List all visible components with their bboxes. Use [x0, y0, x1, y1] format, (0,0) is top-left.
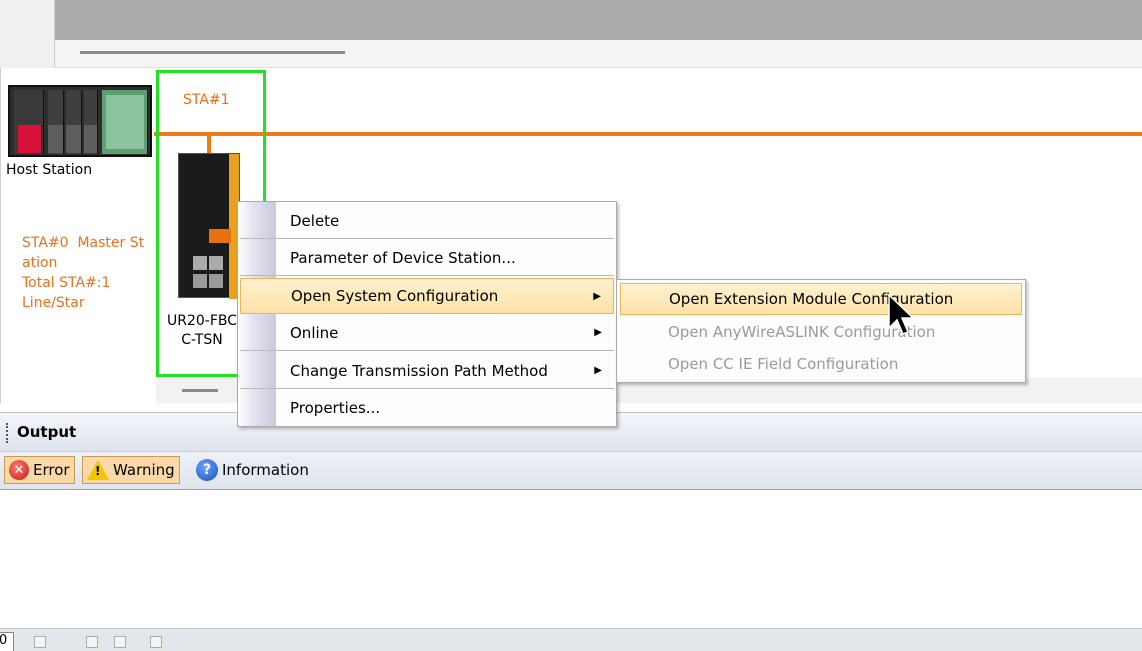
information-filter-button[interactable]: ? Information	[192, 456, 313, 484]
master-info-line: ation	[22, 255, 58, 271]
menu-item-label: Open System Configuration	[291, 287, 499, 305]
menu-item-label: Online	[290, 323, 339, 342]
information-icon: ?	[196, 459, 218, 481]
submenu-item-cc-ie-field[interactable]: Open CC IE Field Configuration	[620, 348, 1022, 380]
device-label-line: UR20-FBC	[166, 313, 238, 329]
error-icon: ✕	[9, 460, 29, 480]
menu-item-online[interactable]: Online ▶	[240, 315, 614, 351]
submenu-item-anywire-aslink[interactable]: Open AnyWireASLINK Configuration	[620, 316, 1022, 348]
warning-icon: !	[87, 460, 109, 480]
warning-filter-button[interactable]: ! Warning	[82, 456, 180, 484]
copy-icon[interactable]	[86, 636, 98, 648]
output-filter-toolbar: ✕ Error ! Warning ? Information	[0, 452, 1142, 490]
menu-item-label: Properties...	[290, 399, 381, 417]
error-filter-button[interactable]: ✕ Error	[4, 456, 75, 484]
output-message-list[interactable]	[0, 491, 1142, 628]
host-station-module[interactable]	[8, 85, 152, 157]
station-label: STA#1	[183, 92, 230, 108]
menu-item-properties[interactable]: Properties...	[240, 390, 614, 426]
horizontal-scroll-thumb[interactable]	[80, 51, 345, 54]
network-line	[154, 132, 1142, 136]
status-count-field[interactable]: 0	[0, 632, 14, 651]
edit-icon[interactable]	[150, 636, 162, 648]
error-filter-label: Error	[33, 461, 70, 479]
menu-item-change-transmission-path[interactable]: Change Transmission Path Method ▶	[240, 353, 614, 389]
device-station-module[interactable]	[178, 153, 240, 299]
top-gray-area	[55, 0, 1142, 40]
submenu-arrow-icon: ▶	[594, 327, 602, 338]
master-info-line: Total STA#:1	[22, 275, 111, 291]
submenu-arrow-icon: ▶	[594, 365, 602, 376]
warning-filter-label: Warning	[113, 461, 175, 479]
left-pane-top	[0, 0, 55, 68]
master-info-line: Line/Star	[22, 295, 85, 311]
submenu-item-extension-module[interactable]: Open Extension Module Configuration	[620, 283, 1022, 315]
top-scroll-strip	[55, 40, 1142, 68]
open-system-configuration-submenu: Open Extension Module Configuration Open…	[616, 279, 1026, 383]
output-panel-title: Output	[17, 423, 77, 441]
master-info-line: STA#0 Master St	[22, 235, 145, 251]
device-station-label: UR20-FBC C-TSN	[162, 312, 242, 350]
menu-item-open-system-configuration[interactable]: Open System Configuration ▶	[240, 278, 614, 314]
menu-item-label: Change Transmission Path Method	[290, 361, 548, 380]
menu-item-delete[interactable]: Delete	[240, 203, 614, 239]
panel-grip-icon[interactable]	[6, 423, 9, 443]
paste-icon[interactable]	[114, 636, 126, 648]
submenu-arrow-icon: ▶	[593, 290, 601, 302]
information-filter-label: Information	[222, 461, 309, 479]
submenu-item-label: Open CC IE Field Configuration	[668, 355, 899, 373]
canvas-scroll-thumb[interactable]	[182, 389, 218, 392]
menu-item-label: Delete	[290, 211, 340, 230]
mouse-cursor-icon	[888, 294, 915, 335]
status-bar: 0	[0, 628, 1142, 651]
menu-item-parameter[interactable]: Parameter of Device Station...	[240, 240, 614, 276]
context-menu: Delete Parameter of Device Station... Op…	[237, 201, 617, 427]
host-station-label: Host Station	[6, 162, 93, 178]
menu-item-label: Parameter of Device Station...	[290, 248, 516, 267]
master-station-info: STA#0 Master St ation Total STA#:1 Line/…	[22, 233, 157, 313]
device-label-line: C-TSN	[181, 332, 223, 348]
checkbox-icon[interactable]	[34, 636, 46, 648]
